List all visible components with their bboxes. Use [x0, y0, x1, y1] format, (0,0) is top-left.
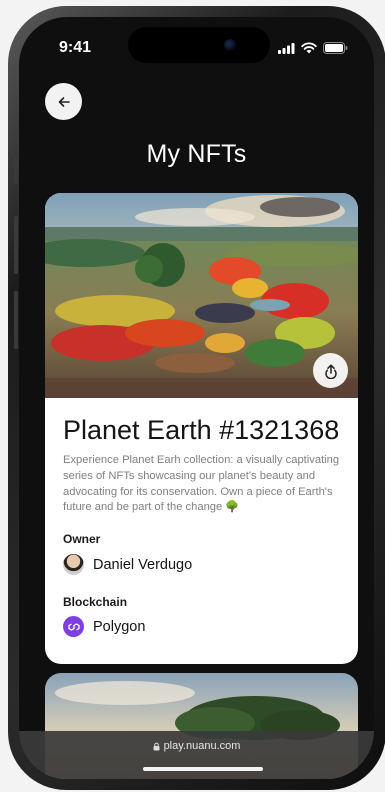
- volume-up-button: [14, 216, 18, 274]
- wifi-icon: [301, 42, 317, 54]
- status-time: 9:41: [59, 39, 92, 56]
- share-button[interactable]: [313, 353, 348, 388]
- camera: [224, 39, 236, 51]
- owner-name: Daniel Verdugo: [93, 556, 193, 573]
- battery-icon: [323, 42, 348, 54]
- signal-icon: [278, 42, 295, 54]
- owner-avatar: [63, 554, 84, 575]
- owner-row[interactable]: Daniel Verdugo: [63, 554, 192, 575]
- status-icons: [278, 42, 348, 54]
- mute-switch: [14, 156, 18, 184]
- volume-down-button: [14, 291, 18, 349]
- back-button[interactable]: [45, 83, 82, 120]
- share-icon: [324, 363, 337, 379]
- nft-artwork[interactable]: [45, 193, 358, 398]
- page-title: My NFTs: [146, 140, 247, 168]
- lock-icon: [153, 742, 160, 750]
- browser-bar: play.nuanu.com: [19, 731, 374, 779]
- nft-description: Experience Planet Earh collection: a vis…: [63, 454, 340, 514]
- polygon-icon: [63, 616, 84, 637]
- app-screen: 9:41 My NFTs Planet Earth #1321368 Exper…: [19, 17, 374, 779]
- blockchain-name: Polygon: [93, 618, 146, 635]
- url-field[interactable]: play.nuanu.com: [19, 740, 374, 752]
- blockchain-row: Polygon: [63, 616, 145, 637]
- home-indicator[interactable]: [143, 767, 263, 771]
- blockchain-label: Blockchain: [63, 595, 128, 609]
- nft-card[interactable]: Planet Earth #1321368 Experience Planet …: [45, 193, 358, 664]
- nft-title: Planet Earth #1321368: [63, 415, 340, 445]
- dynamic-island: [128, 27, 270, 63]
- arrow-left-icon: [58, 96, 70, 107]
- owner-label: Owner: [63, 532, 101, 546]
- url-text: play.nuanu.com: [163, 740, 241, 752]
